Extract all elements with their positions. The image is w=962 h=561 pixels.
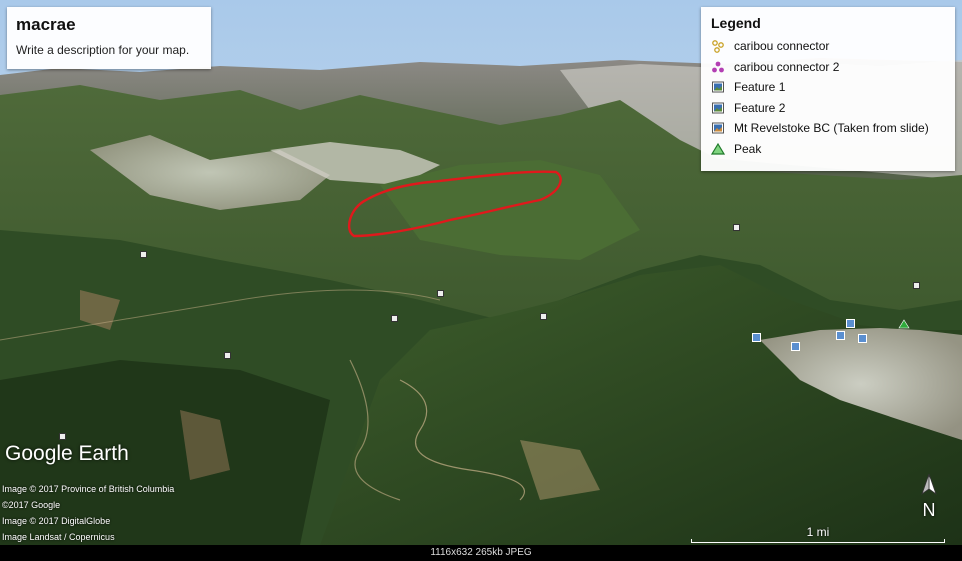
compass-arrow-icon bbox=[921, 473, 937, 496]
scale-ruler bbox=[691, 539, 945, 543]
feature-pin[interactable] bbox=[913, 282, 920, 289]
legend-label: Feature 2 bbox=[734, 100, 786, 115]
legend-item-caribou-connector-2[interactable]: caribou connector 2 bbox=[711, 57, 945, 78]
photo-overlay-icon bbox=[712, 102, 724, 114]
caribou-connector-2-path-icon bbox=[712, 61, 724, 73]
feature-pin[interactable] bbox=[224, 352, 231, 359]
photo-pin[interactable] bbox=[846, 319, 855, 328]
legend-panel: Legend caribou connector caribou connect… bbox=[701, 7, 955, 171]
credit-line: Image Landsat / Copernicus bbox=[2, 532, 115, 542]
legend-item-peak[interactable]: Peak bbox=[711, 139, 945, 160]
feature-pin[interactable] bbox=[437, 290, 444, 297]
photo-pin-feature-1[interactable] bbox=[752, 333, 761, 342]
scale-bar: 1 mi bbox=[691, 522, 945, 543]
feature-pin[interactable] bbox=[59, 433, 66, 440]
map-info-card: macrae Write a description for your map. bbox=[7, 7, 211, 69]
legend-item-mt-revelstoke[interactable]: Mt Revelstoke BC (Taken from slide) bbox=[711, 118, 945, 139]
imagery-credits: Image © 2017 Province of British Columbi… bbox=[2, 481, 174, 545]
legend-label: caribou connector bbox=[734, 39, 830, 54]
photo-pin-feature-2[interactable] bbox=[791, 342, 800, 351]
photo-overlay-icon bbox=[712, 122, 724, 134]
photo-pin-mt-revelstoke[interactable] bbox=[836, 331, 845, 340]
photo-pin[interactable] bbox=[858, 334, 867, 343]
google-earth-logo: Google Earth bbox=[5, 442, 129, 465]
legend-item-caribou-connector[interactable]: caribou connector bbox=[711, 36, 945, 57]
scale-label: 1 mi bbox=[806, 525, 830, 539]
photo-overlay-icon bbox=[712, 81, 724, 93]
image-info-footer: 1116x632 265kb JPEG bbox=[0, 545, 962, 561]
feature-pin[interactable] bbox=[540, 313, 547, 320]
compass-label: N bbox=[922, 500, 936, 520]
legend-title: Legend bbox=[711, 15, 761, 31]
peak-triangle-icon bbox=[711, 142, 725, 155]
north-arrow[interactable]: N bbox=[916, 472, 942, 522]
feature-pin[interactable] bbox=[140, 251, 147, 258]
caribou-connector-path-icon bbox=[712, 40, 724, 54]
credit-line: Image © 2017 Province of British Columbi… bbox=[2, 484, 175, 494]
map-description[interactable]: Write a description for your map. bbox=[16, 43, 202, 57]
legend-label: caribou connector 2 bbox=[734, 59, 840, 74]
credit-line: ©2017 Google bbox=[2, 500, 61, 510]
legend-item-feature-2[interactable]: Feature 2 bbox=[711, 98, 945, 119]
feature-pin[interactable] bbox=[733, 224, 740, 231]
legend-label: Feature 1 bbox=[734, 80, 786, 95]
legend-label: Peak bbox=[734, 141, 762, 156]
legend-label: Mt Revelstoke BC (Taken from slide) bbox=[734, 121, 929, 136]
feature-pin[interactable] bbox=[391, 315, 398, 322]
legend-item-feature-1[interactable]: Feature 1 bbox=[711, 77, 945, 98]
map-title[interactable]: macrae bbox=[16, 15, 202, 35]
credit-line: Image © 2017 DigitalGlobe bbox=[2, 516, 111, 526]
